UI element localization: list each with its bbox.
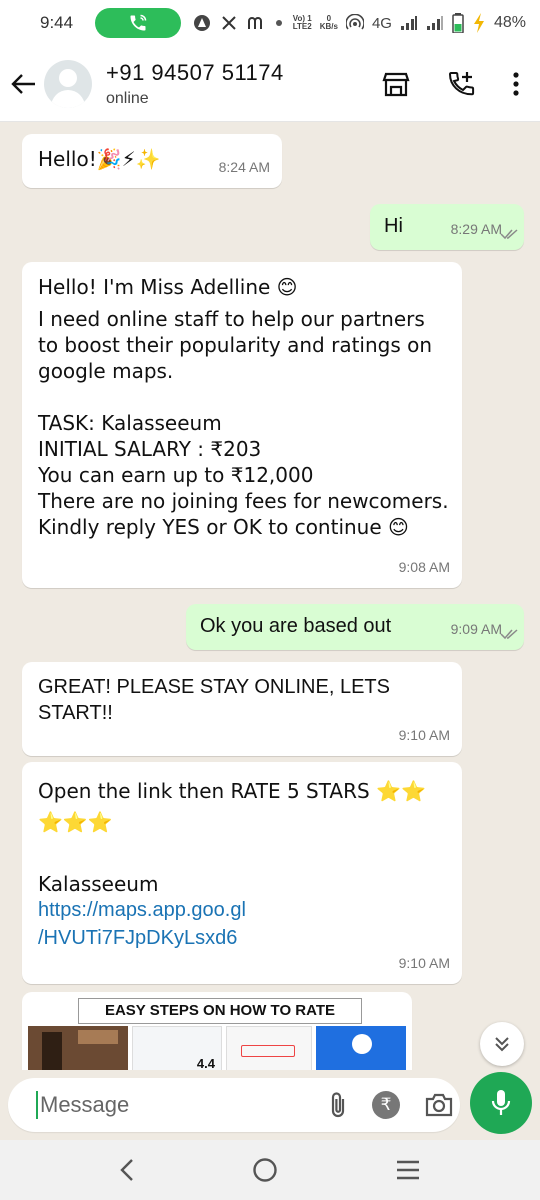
message-text: GREAT! PLEASE STAY ONLINE, LETS START!! <box>38 676 390 724</box>
charging-icon <box>473 13 484 33</box>
phone-call-icon <box>130 14 147 31</box>
image-stars-outline <box>241 1045 295 1057</box>
speed-unit: KB/s <box>319 22 338 31</box>
message-time: 8:24 AM <box>218 159 270 175</box>
image-check-circle <box>352 1034 372 1054</box>
ongoing-call-pill[interactable] <box>95 8 182 38</box>
message-time: 9:08 AM <box>398 559 450 575</box>
add-call-icon[interactable] <box>446 69 476 99</box>
rupee-icon: ₹ <box>380 1095 392 1114</box>
message-text-body: I need online staff to help our partners… <box>38 307 449 539</box>
contact-name: +91 94507 51174 <box>106 59 284 85</box>
nav-back-icon[interactable] <box>119 1158 135 1182</box>
image-panel-stars <box>226 1026 312 1070</box>
delivered-ticks-icon <box>500 229 518 240</box>
message-text: Hi <box>384 215 403 237</box>
contact-status: online <box>106 89 149 107</box>
avatar-body-shape <box>51 89 85 108</box>
back-button[interactable] <box>4 64 44 104</box>
x-icon <box>222 16 236 30</box>
back-arrow-icon <box>11 73 35 94</box>
payment-button[interactable]: ₹ <box>372 1091 400 1119</box>
message-bubble-incoming[interactable]: Hello! I'm Miss Adelline 😊 I need online… <box>22 262 462 588</box>
network-type: 4G <box>371 14 392 32</box>
message-link[interactable]: https://maps.app.goo.gl /HVUTi7FJpDKyLsx… <box>38 896 246 952</box>
message-time: 9:10 AM <box>398 955 450 971</box>
more-options-icon[interactable] <box>512 71 520 97</box>
nav-recents-icon[interactable] <box>395 1159 421 1181</box>
image-message[interactable]: EASY STEPS ON HOW TO RATE 4.4 <box>22 992 412 1070</box>
message-text-line-1: Hello! I'm Miss Adelline 😊 <box>38 275 298 299</box>
battery-icon <box>452 13 464 33</box>
image-panel-reviews: 4.4 <box>132 1026 222 1070</box>
system-nav-bar <box>0 1140 540 1200</box>
chat-header: +91 94507 51174 online <box>0 46 540 122</box>
dot-icon <box>276 20 283 26</box>
image-panel-confirm <box>316 1026 406 1070</box>
status-bar: 9:44 Vo) 1 LTE2 0 KB/s 4G 48% <box>0 0 540 46</box>
lte-label: LTE2 <box>292 22 312 31</box>
signal-icon <box>400 16 417 30</box>
chat-area[interactable]: Hello!🎉⚡✨ 8:24 AM Hi 8:29 AM Hello! I'm … <box>0 122 540 1070</box>
message-text: Hello!🎉⚡✨ <box>38 147 161 171</box>
microphone-icon <box>491 1090 511 1115</box>
message-composer: ₹ <box>8 1078 460 1132</box>
contact-info[interactable]: +91 94507 51174 online <box>106 60 284 108</box>
message-time: 9:10 AM <box>398 727 450 743</box>
app-m-icon <box>248 17 263 29</box>
message-input[interactable] <box>36 1091 328 1119</box>
message-bubble-incoming[interactable]: GREAT! PLEASE STAY ONLINE, LETS START!! … <box>22 662 462 756</box>
avatar[interactable] <box>44 59 92 108</box>
avatar-head-shape <box>59 68 77 87</box>
signal-2-icon <box>426 16 443 30</box>
attach-icon[interactable] <box>328 1090 348 1120</box>
nav-home-icon[interactable] <box>252 1157 278 1183</box>
image-light-shape <box>78 1030 118 1044</box>
double-chevron-down-icon <box>495 1037 509 1052</box>
message-time: 8:29 AM <box>450 221 502 237</box>
status-time: 9:44 <box>40 13 74 32</box>
delivered-ticks-icon <box>500 629 518 640</box>
message-bubble-outgoing[interactable]: Hi 8:29 AM <box>370 204 524 250</box>
message-bubble-incoming[interactable]: Open the link then RATE 5 STARS ⭐⭐ ⭐⭐⭐ K… <box>22 762 462 984</box>
image-photo-thumbnail <box>28 1026 128 1070</box>
camera-icon[interactable] <box>424 1092 454 1118</box>
hotspot-icon <box>345 14 364 30</box>
message-time: 9:09 AM <box>450 621 502 637</box>
battery-percent: 48% <box>493 14 526 31</box>
app-a-icon <box>194 15 211 31</box>
message-text: Open the link then RATE 5 STARS ⭐⭐ ⭐⭐⭐ K… <box>38 779 426 896</box>
message-bubble-incoming[interactable]: Hello!🎉⚡✨ 8:24 AM <box>22 134 282 188</box>
message-text: Ok you are based out <box>200 615 392 637</box>
voice-record-button[interactable] <box>470 1072 532 1134</box>
data-speed: 0 KB/s <box>320 15 338 31</box>
image-door-shape <box>42 1032 62 1070</box>
volte-indicator: Vo) 1 LTE2 <box>293 15 312 31</box>
business-store-icon[interactable] <box>382 71 410 97</box>
scroll-to-bottom-button[interactable] <box>480 1022 524 1066</box>
image-rating-number: 4.4 <box>196 1056 215 1070</box>
message-bubble-outgoing[interactable]: Ok you are based out 9:09 AM <box>186 604 524 650</box>
image-banner-text: EASY STEPS ON HOW TO RATE <box>78 998 362 1024</box>
